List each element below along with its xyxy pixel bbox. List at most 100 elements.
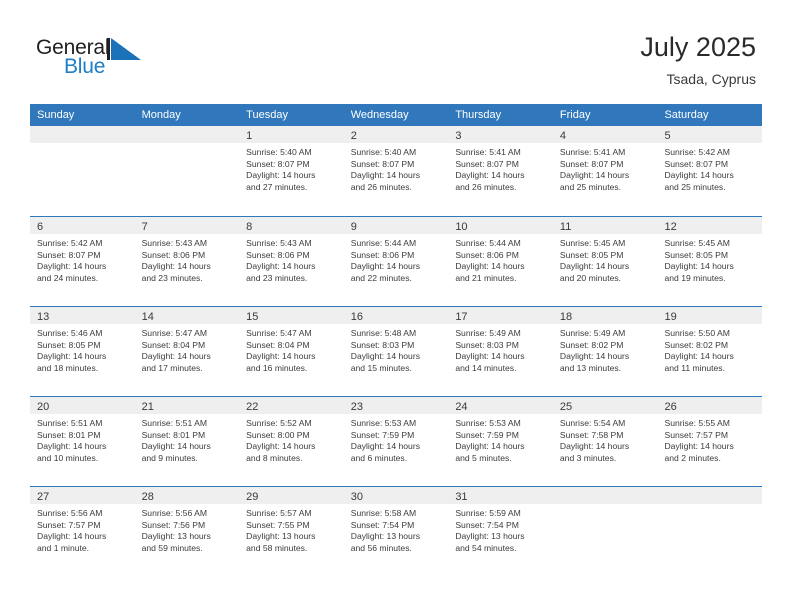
daylight-text-line1: Daylight: 14 hours <box>350 441 421 452</box>
day-date-strip: 25 <box>552 397 658 414</box>
day-cell[interactable]: 24 Sunrise: 5:53 AM Sunset: 7:59 PM Dayl… <box>448 397 553 486</box>
day-number: 17 <box>455 311 468 323</box>
day-cell[interactable]: 3 Sunrise: 5:41 AM Sunset: 8:07 PM Dayli… <box>448 126 553 216</box>
day-number: 15 <box>246 311 259 323</box>
sunrise-text: Sunrise: 5:49 AM <box>559 328 626 338</box>
daylight-text-line1: Daylight: 14 hours <box>664 351 734 362</box>
sunset-text: Sunset: 8:07 PM <box>664 158 729 169</box>
day-cell[interactable] <box>30 126 135 216</box>
sunset-text: Sunset: 8:07 PM <box>559 158 624 169</box>
weekday-header-wednesday: Wednesday <box>350 109 409 121</box>
day-cell[interactable]: 21 Sunrise: 5:51 AM Sunset: 8:01 PM Dayl… <box>134 397 240 486</box>
daylight-text-line2: and 10 minutes. <box>37 452 99 463</box>
day-cell[interactable] <box>134 126 240 216</box>
day-date-strip: 3 <box>448 126 553 143</box>
day-cell[interactable]: 12 Sunrise: 5:45 AM Sunset: 8:05 PM Dayl… <box>657 217 763 306</box>
day-cell[interactable]: 5 Sunrise: 5:42 AM Sunset: 8:07 PM Dayli… <box>657 126 763 216</box>
day-cell[interactable]: 28 Sunrise: 5:56 AM Sunset: 7:56 PM Dayl… <box>134 487 240 576</box>
logo-pole-icon <box>107 38 110 60</box>
sunset-text: Sunset: 7:57 PM <box>37 519 101 530</box>
day-cell[interactable] <box>552 487 658 576</box>
day-info: Sunrise: 5:49 AM Sunset: 8:02 PM Dayligh… <box>553 324 658 374</box>
day-cell[interactable]: 30 Sunrise: 5:58 AM Sunset: 7:54 PM Dayl… <box>343 487 449 576</box>
day-cell[interactable]: 8 Sunrise: 5:43 AM Sunset: 8:06 PM Dayli… <box>239 217 344 306</box>
day-date-strip: 21 <box>134 397 240 414</box>
daylight-text-line2: and 19 minutes. <box>664 272 726 283</box>
day-info: Sunrise: 5:41 AM Sunset: 8:07 PM Dayligh… <box>553 143 658 193</box>
day-cell[interactable]: 14 Sunrise: 5:47 AM Sunset: 8:04 PM Dayl… <box>134 307 240 396</box>
day-cell[interactable]: 15 Sunrise: 5:47 AM Sunset: 8:04 PM Dayl… <box>239 307 344 396</box>
day-date-strip: 30 <box>343 487 449 504</box>
sunrise-text: Sunrise: 5:54 AM <box>559 418 626 428</box>
day-cell[interactable] <box>657 487 763 576</box>
daylight-text-line2: and 3 minutes. <box>559 452 617 463</box>
day-info: Sunrise: 5:59 AM Sunset: 7:54 PM Dayligh… <box>448 504 553 554</box>
day-cell[interactable]: 29 Sunrise: 5:57 AM Sunset: 7:55 PM Dayl… <box>239 487 344 576</box>
daylight-text-line1: Daylight: 14 hours <box>455 441 525 452</box>
day-info <box>30 143 135 147</box>
day-cell[interactable]: 6 Sunrise: 5:42 AM Sunset: 8:07 PM Dayli… <box>30 217 135 306</box>
daylight-text-line1: Daylight: 14 hours <box>664 261 734 272</box>
day-cell[interactable]: 22 Sunrise: 5:52 AM Sunset: 8:00 PM Dayl… <box>239 397 344 486</box>
day-cell[interactable]: 2 Sunrise: 5:40 AM Sunset: 8:07 PM Dayli… <box>343 126 449 216</box>
sunset-text: Sunset: 7:59 PM <box>455 429 519 440</box>
day-info: Sunrise: 5:58 AM Sunset: 7:54 PM Dayligh… <box>344 504 449 554</box>
title-block: July 2025 Tsada, Cyprus <box>640 30 756 88</box>
sunset-text: Sunset: 8:07 PM <box>246 158 310 169</box>
day-cell[interactable]: 4 Sunrise: 5:41 AM Sunset: 8:07 PM Dayli… <box>552 126 658 216</box>
day-cell[interactable]: 20 Sunrise: 5:51 AM Sunset: 8:01 PM Dayl… <box>30 397 135 486</box>
sunrise-text: Sunrise: 5:57 AM <box>246 508 312 518</box>
day-info: Sunrise: 5:56 AM Sunset: 7:57 PM Dayligh… <box>30 504 135 554</box>
sunset-text: Sunset: 8:03 PM <box>350 339 415 350</box>
day-cell[interactable]: 23 Sunrise: 5:53 AM Sunset: 7:59 PM Dayl… <box>343 397 449 486</box>
day-cell[interactable]: 26 Sunrise: 5:55 AM Sunset: 7:57 PM Dayl… <box>657 397 763 486</box>
day-cell[interactable]: 9 Sunrise: 5:44 AM Sunset: 8:06 PM Dayli… <box>343 217 449 306</box>
day-cell[interactable]: 25 Sunrise: 5:54 AM Sunset: 7:58 PM Dayl… <box>552 397 658 486</box>
day-cell[interactable]: 19 Sunrise: 5:50 AM Sunset: 8:02 PM Dayl… <box>657 307 763 396</box>
day-info: Sunrise: 5:57 AM Sunset: 7:55 PM Dayligh… <box>239 504 344 554</box>
day-cell[interactable]: 18 Sunrise: 5:49 AM Sunset: 8:02 PM Dayl… <box>552 307 658 396</box>
day-cell[interactable]: 7 Sunrise: 5:43 AM Sunset: 8:06 PM Dayli… <box>134 217 240 306</box>
sunset-text: Sunset: 8:05 PM <box>664 249 729 260</box>
day-info: Sunrise: 5:40 AM Sunset: 8:07 PM Dayligh… <box>344 143 449 193</box>
day-cell[interactable]: 13 Sunrise: 5:46 AM Sunset: 8:05 PM Dayl… <box>30 307 135 396</box>
day-cell[interactable]: 16 Sunrise: 5:48 AM Sunset: 8:03 PM Dayl… <box>343 307 449 396</box>
day-date-strip: 28 <box>134 487 240 504</box>
daylight-text-line1: Daylight: 14 hours <box>141 351 211 362</box>
day-number: 14 <box>141 311 154 323</box>
day-date-strip: 16 <box>343 307 449 324</box>
daylight-text-line2: and 16 minutes. <box>246 362 308 373</box>
daylight-text-line1: Daylight: 14 hours <box>559 441 630 452</box>
day-date-strip: 23 <box>343 397 449 414</box>
day-cell[interactable]: 31 Sunrise: 5:59 AM Sunset: 7:54 PM Dayl… <box>448 487 553 576</box>
daylight-text-line1: Daylight: 14 hours <box>559 261 630 272</box>
daylight-text-line1: Daylight: 13 hours <box>141 531 211 542</box>
daylight-text-line2: and 5 minutes. <box>455 452 512 463</box>
day-cell[interactable]: 27 Sunrise: 5:56 AM Sunset: 7:57 PM Dayl… <box>30 487 135 576</box>
day-cell[interactable]: 1 Sunrise: 5:40 AM Sunset: 8:07 PM Dayli… <box>239 126 344 216</box>
day-number: 20 <box>37 401 50 413</box>
day-cell[interactable]: 17 Sunrise: 5:49 AM Sunset: 8:03 PM Dayl… <box>448 307 553 396</box>
day-date-strip: 22 <box>239 397 344 414</box>
daylight-text-line2: and 56 minutes. <box>350 542 412 553</box>
day-info: Sunrise: 5:56 AM Sunset: 7:56 PM Dayligh… <box>135 504 240 554</box>
day-date-strip: 24 <box>448 397 553 414</box>
day-date-strip: 26 <box>657 397 763 414</box>
day-info: Sunrise: 5:43 AM Sunset: 8:06 PM Dayligh… <box>239 234 344 284</box>
calendar-week-row: 20 Sunrise: 5:51 AM Sunset: 8:01 PM Dayl… <box>30 396 763 486</box>
day-date-strip <box>134 126 240 143</box>
day-info: Sunrise: 5:49 AM Sunset: 8:03 PM Dayligh… <box>448 324 553 374</box>
sunrise-text: Sunrise: 5:47 AM <box>246 328 312 338</box>
general-blue-logo[interactable]: General Blue <box>36 36 146 84</box>
sunset-text: Sunset: 7:58 PM <box>559 429 624 440</box>
daylight-text-line2: and 6 minutes. <box>350 452 408 463</box>
sunrise-text: Sunrise: 5:40 AM <box>246 147 312 157</box>
day-cell[interactable]: 11 Sunrise: 5:45 AM Sunset: 8:05 PM Dayl… <box>552 217 658 306</box>
day-info: Sunrise: 5:44 AM Sunset: 8:06 PM Dayligh… <box>344 234 449 284</box>
day-cell[interactable]: 10 Sunrise: 5:44 AM Sunset: 8:06 PM Dayl… <box>448 217 553 306</box>
weekday-header-thursday: Thursday <box>455 109 502 121</box>
day-date-strip: 14 <box>134 307 240 324</box>
day-number: 30 <box>350 491 363 503</box>
day-info: Sunrise: 5:41 AM Sunset: 8:07 PM Dayligh… <box>448 143 553 193</box>
day-date-strip: 27 <box>30 487 135 504</box>
